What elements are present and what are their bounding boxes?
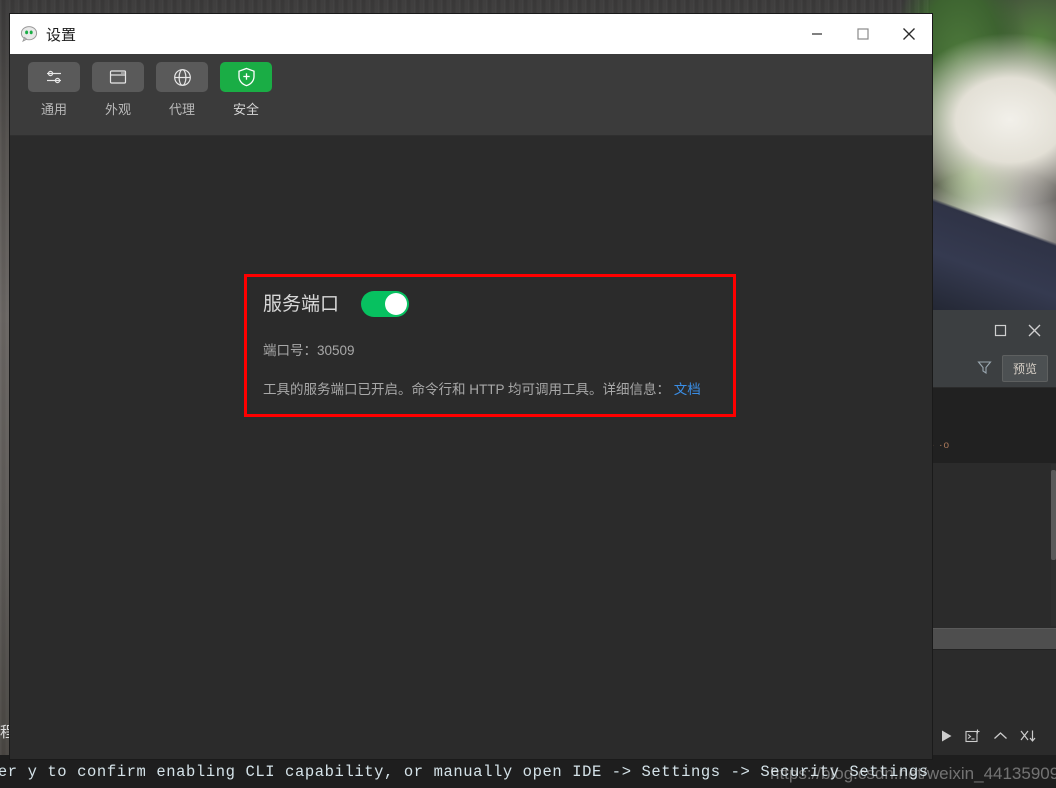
ide-window-strip: 预览 · ·o <box>930 310 1056 788</box>
tab-general[interactable]: 通用 <box>28 62 80 118</box>
globe-icon <box>156 62 208 92</box>
sliders-icon <box>28 62 80 92</box>
shield-plus-icon <box>220 62 272 92</box>
terminal-console[interactable]: ter y to confirm enabling CLI capability… <box>0 755 1056 788</box>
play-icon[interactable] <box>940 729 953 743</box>
service-port-header: 服务端口 <box>263 291 717 317</box>
service-port-card: 服务端口 端口号：30509 工具的服务端口已开启。命令行和 HTTP 均可调用… <box>244 274 736 417</box>
settings-window-title: 设置 <box>46 26 77 44</box>
chevron-up-icon[interactable] <box>993 731 1008 741</box>
pane-divider-upper[interactable] <box>931 628 1056 650</box>
service-port-description: 工具的服务端口已开启。命令行和 HTTP 均可调用工具。详细信息： 文档 <box>263 378 717 398</box>
ide-close-button[interactable] <box>1026 322 1042 338</box>
tab-security-label: 安全 <box>232 102 259 117</box>
desktop: 预览 · ·o 程 ter y to confirm enabling CLI … <box>0 0 1056 788</box>
vertical-scrollbar-thumb[interactable] <box>1051 470 1056 560</box>
service-port-title: 服务端口 <box>263 293 340 315</box>
tab-general-label: 通用 <box>40 102 67 117</box>
tab-appearance-label: 外观 <box>104 102 131 117</box>
description-text: 工具的服务端口已开启。命令行和 HTTP 均可调用工具。详细信息： <box>263 382 671 397</box>
maximize-button[interactable] <box>840 14 886 54</box>
service-port-toggle[interactable] <box>361 291 410 317</box>
toggle-knob <box>385 293 408 315</box>
ide-maximize-button[interactable] <box>992 322 1008 338</box>
console-output-text: ter y to confirm enabling CLI capability… <box>0 762 929 781</box>
settings-tabbar: 通用 外观 代理 安全 <box>10 54 932 136</box>
settings-titlebar: 设置 <box>10 14 932 54</box>
ide-titlebar <box>930 310 1056 350</box>
ide-editor-area: · ·o <box>930 388 1056 749</box>
new-terminal-icon[interactable] <box>965 728 981 744</box>
ide-bottom-toolbar <box>930 714 1056 758</box>
window-controls <box>794 14 932 54</box>
documentation-link[interactable]: 文档 <box>674 382 701 397</box>
sort-descending-icon[interactable] <box>1020 729 1036 743</box>
editor-pane-middle <box>933 464 1056 627</box>
port-number-row: 端口号：30509 <box>263 339 717 359</box>
minimize-button[interactable] <box>794 14 840 54</box>
settings-window: 设置 通用 外观 代理 安全 服务端口 端口号：30509 工具的服务端口已开启… <box>10 14 932 759</box>
port-number-value: 30509 <box>317 343 355 358</box>
filter-icon[interactable] <box>977 360 992 378</box>
wechat-devtools-logo-icon <box>20 25 38 43</box>
preview-button[interactable]: 预览 <box>1001 355 1048 382</box>
settings-content-panel: 服务端口 端口号：30509 工具的服务端口已开启。命令行和 HTTP 均可调用… <box>10 136 932 759</box>
window-icon <box>92 62 144 92</box>
editor-pane-lower <box>933 651 1056 717</box>
editor-pane-top <box>933 388 1056 463</box>
port-number-label: 端口号： <box>263 343 317 358</box>
tab-proxy[interactable]: 代理 <box>156 62 208 118</box>
close-button[interactable] <box>886 14 932 54</box>
tab-appearance[interactable]: 外观 <box>92 62 144 118</box>
ide-toolbar: 预览 <box>930 350 1056 388</box>
tab-proxy-label: 代理 <box>168 102 195 117</box>
code-fragment: · ·o <box>931 440 950 451</box>
tab-security[interactable]: 安全 <box>220 62 272 118</box>
